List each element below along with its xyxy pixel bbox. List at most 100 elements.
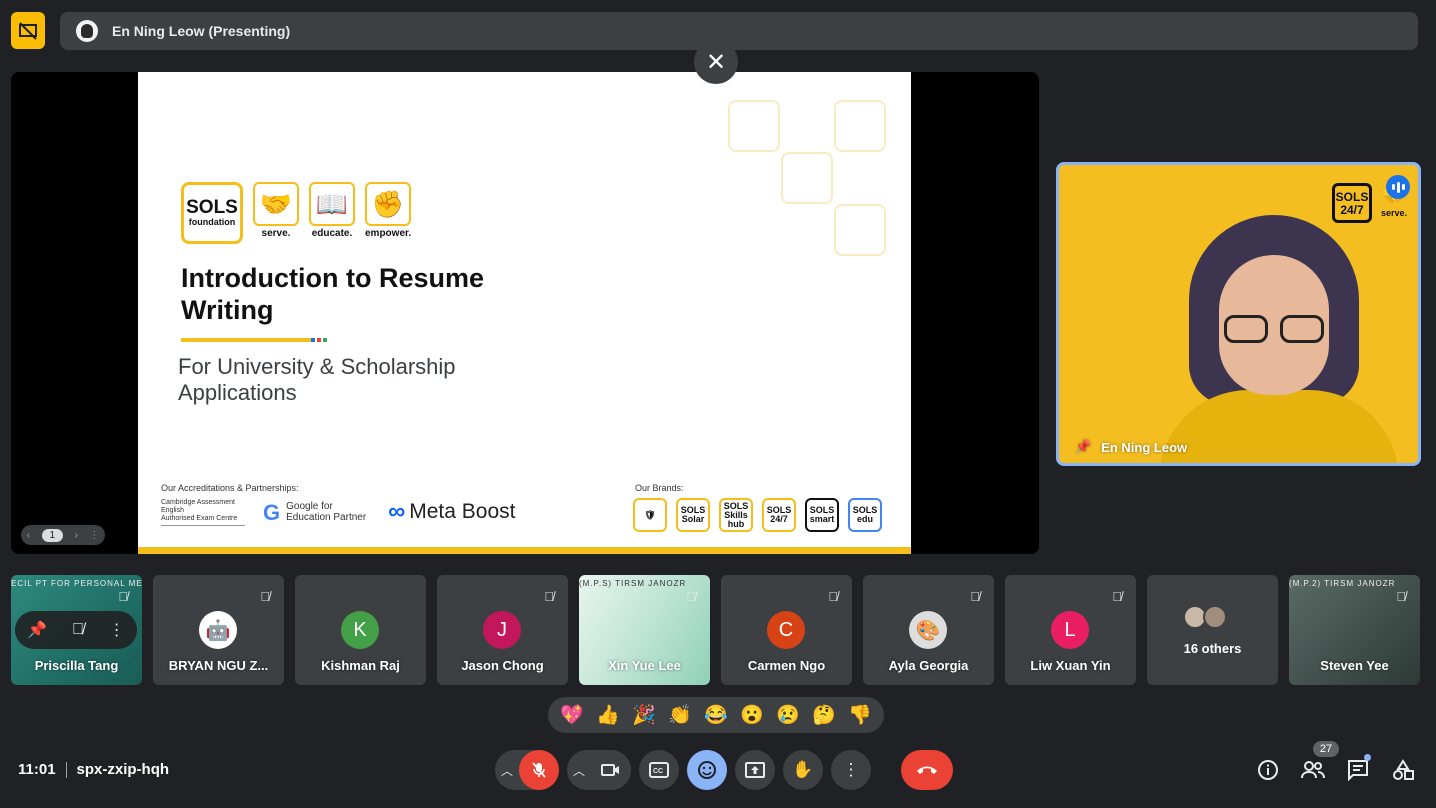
presentation-stage: SOLS foundation 🤝 serve. 📖 educate. ✊ empowe…: [11, 72, 1039, 554]
svg-text:CC: CC: [653, 768, 663, 775]
chat-button[interactable]: [1344, 752, 1371, 788]
participant-name: Jason Chong: [461, 658, 544, 673]
slide-footer-bar: [138, 547, 911, 554]
brand-logo: SOLS smart: [805, 498, 839, 532]
emoji-icon: [698, 761, 716, 779]
accreditations-label: Our Accreditations & Partnerships:: [161, 483, 299, 493]
participant-name: Xin Yue Lee: [608, 658, 681, 673]
mic-off-icon: 🎙̸: [118, 589, 128, 604]
more-options-button[interactable]: ⋮: [831, 750, 871, 790]
more-vert-icon: ⋮: [842, 760, 860, 779]
camera-control: ︿: [567, 750, 631, 790]
avatar: L: [1051, 611, 1089, 649]
presentation-slide: SOLS foundation 🤝 serve. 📖 educate. ✊ empowe…: [138, 72, 911, 554]
reactions-bar: 💖 👍 🎉 👏 😂 😮 😢 🤔 👎: [548, 697, 884, 733]
participant-name: Liw Xuan Yin: [1030, 658, 1111, 673]
chat-icon: [1347, 760, 1368, 781]
close-presentation-button[interactable]: ✕: [694, 40, 738, 84]
mic-control: ︿: [495, 750, 559, 790]
presentation-off-icon[interactable]: [11, 12, 45, 49]
people-icon: [1300, 761, 1325, 779]
more-icon[interactable]: ⋮: [89, 530, 99, 541]
mic-off-icon: 🎙̸: [544, 589, 554, 604]
captions-icon: CC: [649, 762, 669, 778]
reaction-party-popper[interactable]: 🎉: [632, 703, 656, 727]
participant-tile[interactable]: (M.P.2) TIRSM JANOZR 🎙̸ Steven Yee: [1289, 575, 1420, 685]
leave-call-button[interactable]: [901, 750, 953, 790]
reaction-clapping[interactable]: 👏: [668, 703, 692, 727]
participant-tile[interactable]: 🎙̸ 🤖 BRYAN NGU Z...: [153, 575, 284, 685]
participant-name: BRYAN NGU Z...: [168, 658, 269, 673]
participant-tile[interactable]: 🎙̸ C Carmen Ngo: [721, 575, 852, 685]
activities-icon: [1392, 759, 1414, 780]
mic-toggle-button[interactable]: [519, 750, 559, 790]
meeting-details-button[interactable]: [1254, 752, 1281, 788]
avatar: J: [483, 611, 521, 649]
side-panel-buttons: [1254, 752, 1416, 788]
emoji-reactions-button[interactable]: [687, 750, 727, 790]
mic-off-icon: 🎙̸: [686, 589, 696, 604]
camera-icon: [601, 764, 619, 776]
reaction-thumbs-up[interactable]: 👍: [596, 703, 620, 727]
call-end-icon: [917, 766, 937, 774]
chevron-up-icon[interactable]: ︿: [495, 762, 519, 779]
sols-foundation-logo: SOLS foundation: [181, 182, 243, 244]
unread-dot: [1364, 754, 1371, 761]
avatar: C: [767, 611, 805, 649]
people-button[interactable]: [1299, 752, 1326, 788]
reaction-joy[interactable]: 😂: [704, 703, 728, 727]
reaction-sparkling-heart[interactable]: 💖: [560, 703, 584, 727]
others-avatars: [1183, 605, 1227, 629]
slide-pager[interactable]: ‹ 1 › ⋮: [21, 525, 105, 545]
chevron-up-icon[interactable]: ︿: [567, 762, 591, 779]
participant-tile[interactable]: (M.P.S) TIRSM JANOZR 🎙̸ Xin Yue Lee: [579, 575, 710, 685]
slide-subtitle: For University & Scholarship Application…: [178, 354, 456, 405]
participant-name: Priscilla Tang: [34, 658, 119, 673]
google-education-logo: G Google for Education Partner: [263, 499, 367, 525]
reaction-crying[interactable]: 😢: [776, 703, 800, 727]
participant-tile[interactable]: K Kishman Raj: [295, 575, 426, 685]
pin-icon[interactable]: 📌: [27, 620, 47, 640]
pin-icon[interactable]: 📌: [1075, 439, 1091, 455]
avatar: 🤖: [199, 611, 237, 649]
title-underline: [181, 338, 311, 342]
mic-off-icon: [532, 762, 546, 778]
presenter-video-tile[interactable]: SOLS 24/7 🤝serve. 📌 En Ning Leow: [1056, 162, 1421, 466]
participant-strip: ECIL PT FOR PERSONAL MERIT (S.P.M) 🎙̸ 📌 …: [11, 575, 1420, 685]
presenting-banner: En Ning Leow (Presenting): [60, 12, 1418, 50]
reaction-surprised[interactable]: 😮: [740, 703, 764, 727]
captions-button[interactable]: CC: [639, 750, 679, 790]
participant-tile[interactable]: 🎙̸ 🎨 Ayla Georgia: [863, 575, 994, 685]
clock-time: 11:01: [18, 761, 56, 778]
brands-row: 🛡 SOLS Solar SOLS Skills hub SOLS 24/7 S…: [633, 498, 882, 532]
mic-off-icon: 🎙̸: [970, 589, 980, 604]
mic-off-icon: 🎙̸: [1112, 589, 1122, 604]
info-icon: [1257, 760, 1278, 780]
meeting-info: 11:01 spx-zxip-hqh: [18, 761, 169, 778]
next-slide-icon[interactable]: ›: [75, 530, 78, 541]
raise-hand-button[interactable]: ✋: [783, 750, 823, 790]
participant-name: Kishman Raj: [321, 658, 400, 673]
empower-logo: ✊ empower.: [365, 182, 411, 239]
tile-controls: 📌 🎙̸ ⋮: [15, 611, 137, 649]
presenter-avatar: [76, 20, 98, 42]
reaction-thumbs-down[interactable]: 👎: [848, 703, 872, 727]
more-options-icon[interactable]: ⋮: [109, 620, 125, 640]
brand-logo: SOLS edu: [848, 498, 882, 532]
mic-off-icon: 🎙̸: [828, 589, 838, 604]
participant-name: Steven Yee: [1320, 658, 1389, 673]
present-now-button[interactable]: [735, 750, 775, 790]
others-tile[interactable]: 16 others: [1147, 575, 1278, 685]
participant-tile[interactable]: ECIL PT FOR PERSONAL MERIT (S.P.M) 🎙̸ 📌 …: [11, 575, 142, 685]
presenter-video: [1159, 215, 1399, 463]
activities-button[interactable]: [1389, 752, 1416, 788]
others-label: 16 others: [1183, 641, 1242, 656]
participant-tile[interactable]: 🎙̸ J Jason Chong: [437, 575, 568, 685]
prev-slide-icon[interactable]: ‹: [27, 530, 30, 541]
reaction-thinking[interactable]: 🤔: [812, 703, 836, 727]
brand-logo: SOLS 24/7: [762, 498, 796, 532]
mute-icon[interactable]: 🎙̸: [72, 621, 84, 639]
presenter-name-label: 📌 En Ning Leow: [1075, 439, 1188, 455]
participant-tile[interactable]: 🎙̸ L Liw Xuan Yin: [1005, 575, 1136, 685]
camera-toggle-button[interactable]: [591, 750, 631, 790]
